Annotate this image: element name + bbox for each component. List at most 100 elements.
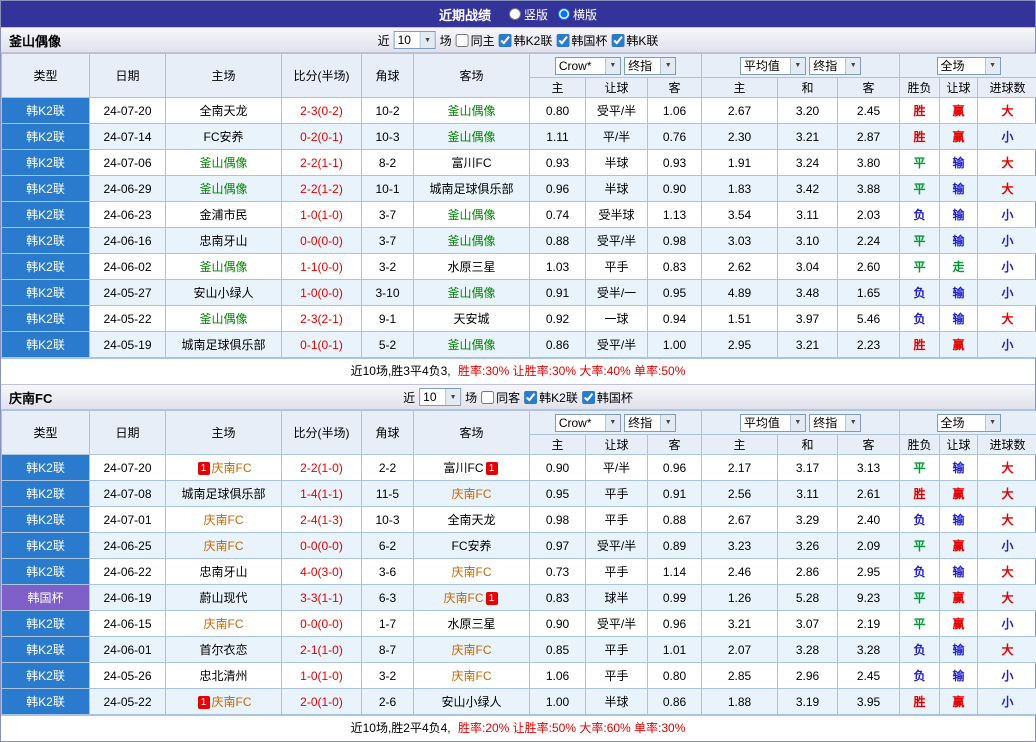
home-team-name[interactable]: 城南足球俱乐部 — [181, 487, 265, 501]
recent-results-page: 近期战绩 竖版 横版 釜山偶像 近 10 ▼ 场 同主 — [0, 0, 1036, 742]
home-team-name[interactable]: 忠北清州 — [199, 669, 247, 683]
corner-cell: 1-7 — [362, 611, 414, 637]
same-away-label: 同客 — [496, 389, 520, 406]
away-team-name[interactable]: 庆南FC — [452, 487, 492, 501]
league-filter-k2[interactable]: 韩K2联 — [524, 389, 578, 406]
rank-badge: 1 — [486, 462, 498, 475]
chevron-down-icon: ▼ — [605, 415, 620, 431]
match-count-select[interactable]: 10 ▼ — [419, 388, 461, 406]
away-team-name[interactable]: 庆南FC — [452, 643, 492, 657]
home-team-name[interactable]: 庆南FC — [212, 461, 252, 475]
home-team-name[interactable]: 釜山偶像 — [199, 156, 247, 170]
match-row: 韩K2联24-06-15庆南FC0-0(0-0)1-7水原三星0.90受平/半0… — [2, 611, 1036, 637]
odds-stage-select[interactable]: 终指▼ — [624, 57, 676, 75]
away-team-name[interactable]: 釜山偶像 — [447, 234, 495, 248]
away-team-name[interactable]: 水原三星 — [447, 617, 495, 631]
layout-horizontal-option[interactable]: 横版 — [558, 6, 597, 23]
away-team-name[interactable]: 釜山偶像 — [447, 286, 495, 300]
league-filter-k1-input[interactable] — [611, 34, 624, 47]
match-row: 韩K2联24-07-08城南足球俱乐部1-4(1-1)11-5庆南FC0.95平… — [2, 481, 1036, 507]
column-header-away: 客场 — [414, 54, 530, 98]
result-goals-cell: 大 — [978, 150, 1036, 176]
league-filter-cup[interactable]: 韩国杯 — [556, 32, 607, 49]
away-team-name[interactable]: 釜山偶像 — [447, 130, 495, 144]
layout-vertical-option[interactable]: 竖版 — [509, 6, 548, 23]
avg-home-cell: 2.30 — [702, 124, 778, 150]
league-filter-k1[interactable]: 韩K联 — [611, 32, 658, 49]
away-team-name[interactable]: 釜山偶像 — [447, 104, 495, 118]
away-odds-cell: 0.89 — [648, 533, 702, 559]
scope-select[interactable]: 全场▼ — [937, 57, 1001, 75]
away-team-name[interactable]: 庆南FC — [452, 669, 492, 683]
result-goals-cell: 大 — [978, 507, 1036, 533]
away-team-cell: 釜山偶像 — [414, 124, 530, 150]
home-team-name[interactable]: 釜山偶像 — [199, 182, 247, 196]
odds-stage-select[interactable]: 终指▼ — [624, 414, 676, 432]
handicap-line-cell: 球半 — [586, 585, 648, 611]
rank-badge: 1 — [198, 696, 210, 709]
home-team-name[interactable]: 全南天龙 — [199, 104, 247, 118]
home-team-name[interactable]: 忠南牙山 — [199, 565, 247, 579]
subheader-odds-away: 客 — [648, 78, 702, 98]
home-team-name[interactable]: 安山小绿人 — [193, 286, 253, 300]
score-cell: 0-0(0-0) — [282, 228, 362, 254]
same-away-checkbox-input[interactable] — [481, 391, 494, 404]
same-home-checkbox-input[interactable] — [456, 34, 469, 47]
match-date: 24-06-01 — [90, 637, 166, 663]
average-stage-select[interactable]: 终指▼ — [809, 414, 861, 432]
away-team-name[interactable]: 安山小绿人 — [441, 695, 501, 709]
average-select[interactable]: 平均值▼ — [740, 57, 806, 75]
home-team-name[interactable]: 首尔衣恋 — [199, 643, 247, 657]
away-team-name[interactable]: 富川FC — [444, 461, 484, 475]
away-odds-cell: 0.76 — [648, 124, 702, 150]
match-row: 韩K2联24-06-25庆南FC0-0(0-0)6-2FC安养0.97受平/半0… — [2, 533, 1036, 559]
league-filter-cup-input[interactable] — [582, 391, 595, 404]
league-filter-k2[interactable]: 韩K2联 — [499, 32, 553, 49]
league-filter-cup[interactable]: 韩国杯 — [582, 389, 633, 406]
bookmaker-select[interactable]: Crow*▼ — [555, 414, 621, 432]
horizontal-radio[interactable] — [558, 8, 570, 20]
league-filter-k2-input[interactable] — [524, 391, 537, 404]
away-team-name[interactable]: 釜山偶像 — [447, 338, 495, 352]
home-team-name[interactable]: FC安养 — [204, 130, 244, 144]
avg-draw-cell: 3.04 — [778, 254, 838, 280]
home-team-name[interactable]: 庆南FC — [212, 695, 252, 709]
chevron-down-icon: ▼ — [660, 415, 675, 431]
bookmaker-select[interactable]: Crow*▼ — [555, 57, 621, 75]
away-team-name[interactable]: 庆南FC — [452, 565, 492, 579]
scope-select[interactable]: 全场▼ — [937, 414, 1001, 432]
average-select[interactable]: 平均值▼ — [740, 414, 806, 432]
home-team-cell: 忠南牙山 — [166, 559, 282, 585]
same-home-checkbox[interactable]: 同主 — [456, 32, 495, 49]
home-team-name[interactable]: 城南足球俱乐部 — [181, 338, 265, 352]
league-filter-k2-input[interactable] — [499, 34, 512, 47]
away-team-name[interactable]: 天安城 — [453, 312, 489, 326]
away-team-name[interactable]: 城南足球俱乐部 — [429, 182, 513, 196]
average-stage-select[interactable]: 终指▼ — [809, 57, 861, 75]
league-type-badge: 韩K2联 — [2, 611, 90, 637]
away-team-name[interactable]: 富川FC — [452, 156, 492, 170]
filter-bar: 近 10 ▼ 场 同主 韩K2联 韩国杯 — [378, 31, 659, 49]
same-away-checkbox[interactable]: 同客 — [481, 389, 520, 406]
avg-draw-cell: 3.26 — [778, 533, 838, 559]
league-filter-cup-input[interactable] — [556, 34, 569, 47]
home-team-name[interactable]: 庆南FC — [204, 513, 244, 527]
match-count-select[interactable]: 10 ▼ — [394, 31, 436, 49]
away-team-name[interactable]: 全南天龙 — [447, 513, 495, 527]
home-team-name[interactable]: 蔚山现代 — [199, 591, 247, 605]
away-odds-cell: 0.83 — [648, 254, 702, 280]
home-team-name[interactable]: 釜山偶像 — [199, 312, 247, 326]
avg-home-cell: 2.46 — [702, 559, 778, 585]
home-team-name[interactable]: 庆南FC — [204, 617, 244, 631]
avg-home-cell: 1.91 — [702, 150, 778, 176]
vertical-radio[interactable] — [509, 8, 521, 20]
home-team-name[interactable]: 釜山偶像 — [199, 260, 247, 274]
result-goals-cell: 小 — [978, 202, 1036, 228]
away-team-name[interactable]: 釜山偶像 — [447, 208, 495, 222]
home-team-name[interactable]: 金浦市民 — [199, 208, 247, 222]
away-team-name[interactable]: 水原三星 — [447, 260, 495, 274]
away-team-name[interactable]: 庆南FC — [444, 591, 484, 605]
away-team-name[interactable]: FC安养 — [452, 539, 492, 553]
home-team-name[interactable]: 庆南FC — [204, 539, 244, 553]
home-team-name[interactable]: 忠南牙山 — [199, 234, 247, 248]
